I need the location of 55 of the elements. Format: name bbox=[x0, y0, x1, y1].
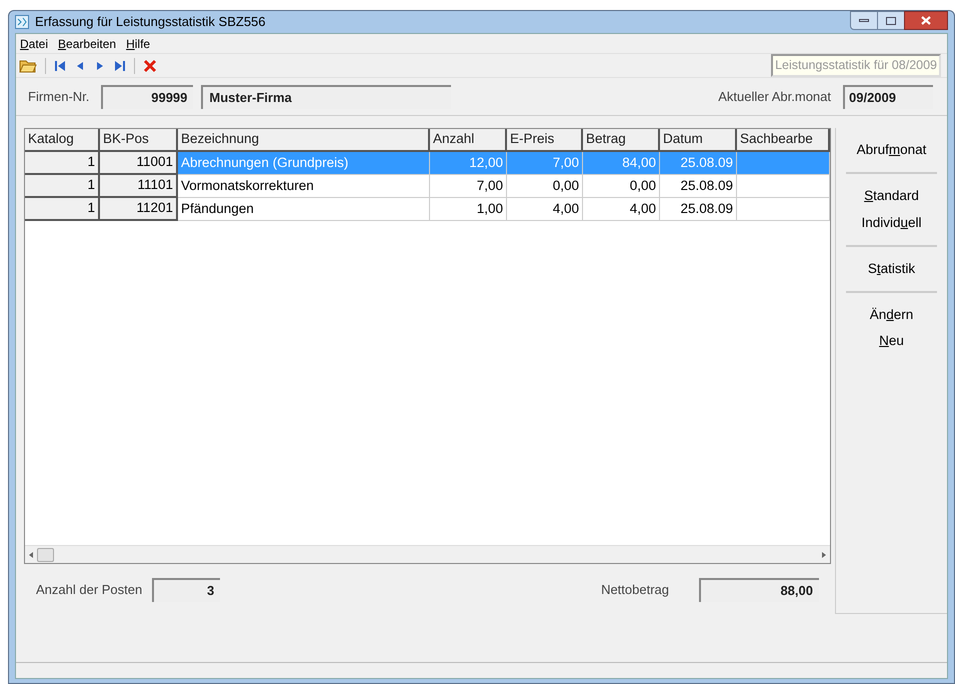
side-button[interactable]: Neu bbox=[877, 331, 906, 352]
table-cell: 25.08.09 bbox=[660, 198, 737, 221]
count-field: 3 bbox=[152, 578, 220, 602]
table-cell: 1,00 bbox=[430, 198, 507, 221]
month-field: 09/2009 bbox=[843, 84, 933, 108]
side-button[interactable]: Ändern bbox=[868, 305, 916, 326]
column-header[interactable]: Katalog bbox=[25, 129, 100, 152]
table-cell: 1 bbox=[25, 152, 100, 175]
close-button[interactable] bbox=[904, 11, 948, 30]
table-cell: 4,00 bbox=[507, 198, 583, 221]
side-button[interactable]: Abrufmonat bbox=[854, 140, 928, 160]
side-button[interactable]: Standard bbox=[862, 186, 921, 206]
scroll-right-icon[interactable] bbox=[822, 552, 826, 558]
last-record-icon[interactable] bbox=[114, 58, 126, 72]
menu-item[interactable]: Datei bbox=[20, 34, 48, 52]
maximize-button[interactable] bbox=[878, 11, 904, 30]
table-row[interactable]: 1 11201 Pfändungen 1,00 4,00 4,00 25.08.09 bbox=[25, 198, 830, 221]
side-button[interactable]: Statistik bbox=[866, 258, 918, 279]
scrollbar-thumb[interactable] bbox=[37, 548, 54, 562]
menu-item[interactable]: Hilfe bbox=[126, 34, 150, 52]
side-button[interactable]: Individuell bbox=[859, 212, 924, 233]
table-cell: 4,00 bbox=[583, 198, 660, 221]
net-label: Nettobetrag bbox=[601, 581, 669, 600]
folder-icon[interactable] bbox=[19, 58, 37, 74]
column-header[interactable]: Bezeichnung bbox=[178, 129, 430, 152]
net-amount-field: 88,00 bbox=[699, 578, 819, 602]
column-header[interactable]: BK-Pos bbox=[100, 129, 178, 152]
close-icon bbox=[921, 16, 931, 25]
period-label: Leistungsstatistik für 08/2009 bbox=[771, 54, 941, 77]
firm-number-field: 99999 bbox=[101, 84, 194, 108]
scroll-left-icon[interactable] bbox=[29, 552, 33, 558]
table-cell: 11001 bbox=[100, 152, 178, 175]
table-cell: 1 bbox=[25, 198, 100, 221]
count-label: Anzahl der Posten bbox=[36, 581, 142, 600]
firm-label: Firmen-Nr. bbox=[28, 88, 90, 106]
table-cell: 1 bbox=[25, 175, 100, 198]
column-header[interactable]: Betrag bbox=[583, 129, 660, 152]
table-cell: Pfändungen bbox=[178, 198, 430, 221]
minimize-button[interactable] bbox=[850, 11, 878, 30]
table-cell: 11101 bbox=[100, 175, 178, 198]
column-header[interactable]: Datum bbox=[660, 129, 737, 152]
window-title: Erfassung für Leistungsstatistik SBZ556 bbox=[35, 13, 266, 32]
app-icon bbox=[15, 15, 29, 29]
first-record-icon[interactable] bbox=[54, 58, 66, 72]
month-label: Aktueller Abr.monat bbox=[718, 88, 831, 106]
firm-name-field: Muster-Firma bbox=[201, 84, 452, 108]
column-header[interactable]: Anzahl bbox=[430, 129, 507, 152]
horizontal-scrollbar[interactable] bbox=[25, 545, 830, 563]
table-row[interactable]: 1 11101 Vormonatskorrekturen 7,00 0,00 0,00 25.08.09 bbox=[25, 175, 830, 198]
menu-item[interactable]: Bearbeiten bbox=[58, 34, 116, 52]
table-cell: 11201 bbox=[100, 198, 178, 221]
column-header[interactable]: E-Preis bbox=[507, 129, 583, 152]
column-header[interactable]: Sachbearbe bbox=[737, 129, 830, 152]
delete-icon[interactable] bbox=[143, 58, 157, 72]
table-row[interactable]: 1 11001 Abrechnungen (Grundpreis) 12,00 7,00 84,00 25.08.09 bbox=[25, 152, 830, 175]
